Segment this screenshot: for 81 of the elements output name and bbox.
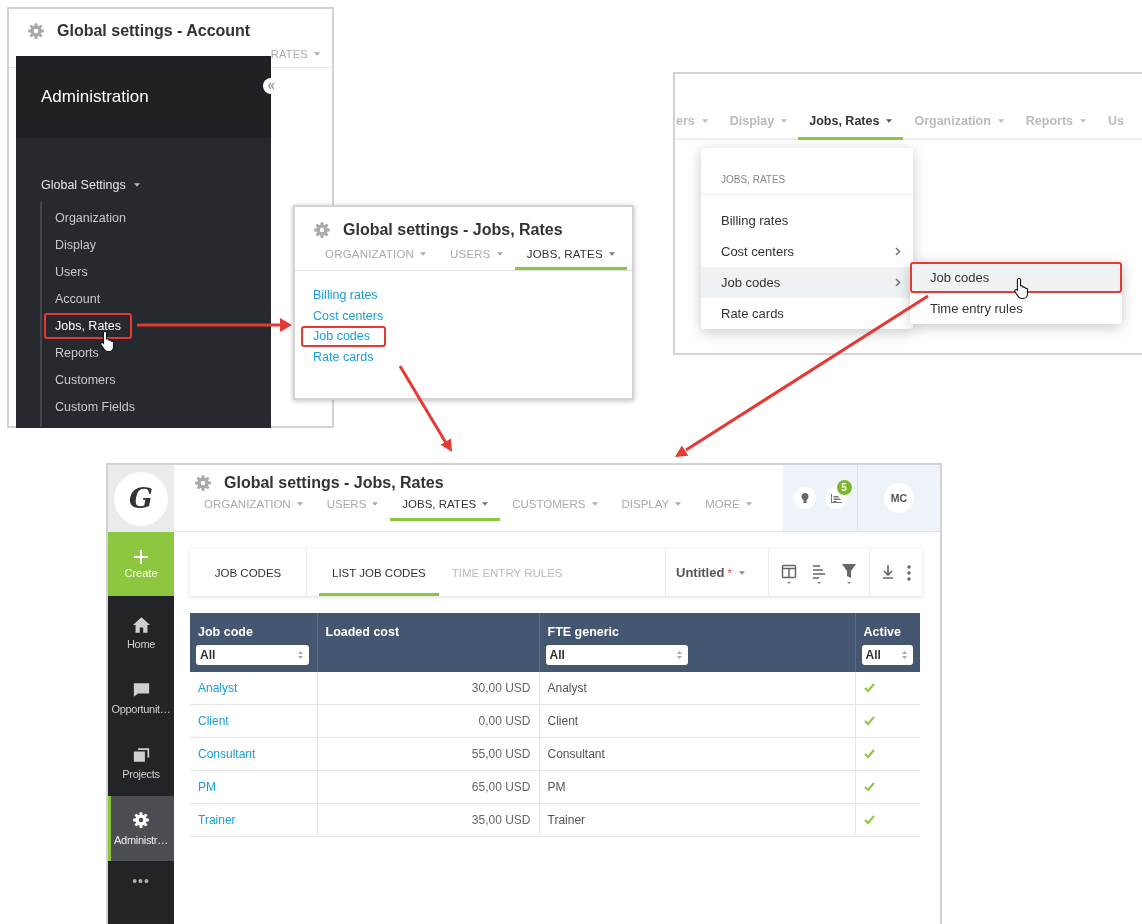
column-header[interactable]: Loaded cost <box>325 625 400 639</box>
panel-title: Administration <box>41 87 149 107</box>
menu-item[interactable]: Time entry rules <box>910 293 1122 324</box>
window-title: Global settings - Account <box>57 22 251 40</box>
hand-cursor-icon <box>100 330 115 353</box>
more-button[interactable]: ••• <box>108 873 174 889</box>
table-cell: 65,00 USD <box>317 770 539 804</box>
nav-item[interactable]: Jobs, Rates <box>44 313 132 339</box>
nav-item[interactable]: Users <box>44 259 99 285</box>
table-cell: Trainer <box>539 803 855 837</box>
menu-item[interactable]: Cost centers <box>701 236 913 267</box>
caret-icon <box>701 119 708 123</box>
caret-icon <box>745 502 752 506</box>
tab[interactable]: JOBS, RATES <box>390 498 501 521</box>
chevron-right-icon <box>895 278 901 287</box>
caret-icon <box>591 502 598 506</box>
section-title[interactable]: Global Settings <box>41 178 126 192</box>
caret-icon <box>420 252 427 256</box>
nav-item[interactable]: Account <box>44 286 112 312</box>
up-down-icon <box>676 651 682 659</box>
app-logo[interactable]: G <box>114 471 168 526</box>
caret-icon <box>738 570 745 575</box>
sidebar-item[interactable]: Projects <box>108 731 174 796</box>
table-cell: Client <box>539 704 855 738</box>
page-title: Global settings - Jobs, Rates <box>224 474 444 492</box>
menu-item[interactable]: Billing rates <box>701 205 913 236</box>
section-label: JOB CODES <box>214 566 282 579</box>
caret-icon <box>886 119 893 123</box>
gear-icon <box>27 22 45 40</box>
caret-icon <box>608 252 615 256</box>
up-down-icon <box>298 651 303 659</box>
home-icon <box>132 617 150 633</box>
table-cell: 55,00 USD <box>317 737 539 771</box>
gear-icon <box>132 811 150 829</box>
up-down-icon <box>901 651 907 659</box>
filter-select[interactable]: All <box>196 645 309 665</box>
chevron-right-icon <box>895 247 901 256</box>
bulb-icon[interactable] <box>793 487 816 509</box>
user-avatar[interactable]: MC <box>884 483 914 513</box>
caret-icon <box>133 183 140 187</box>
menu-item[interactable]: Job codes <box>910 262 1122 293</box>
menu-header: JOBS, RATES <box>721 174 786 185</box>
menu-item[interactable]: Rate cards <box>701 298 913 329</box>
column-header[interactable]: FTE generic <box>547 625 620 639</box>
tab[interactable]: JOBS, RATES <box>514 248 627 270</box>
caret-icon <box>1080 119 1087 123</box>
sidebar-item[interactable]: Home <box>108 601 174 666</box>
menu-item[interactable]: Job codes <box>701 267 913 298</box>
caret-icon <box>482 502 489 506</box>
tab[interactable]: LIST JOB CODES <box>319 549 439 596</box>
table-cell: PM <box>539 770 855 804</box>
nav-item[interactable]: Customers <box>44 367 127 393</box>
hand-cursor-icon <box>1014 277 1029 300</box>
nav-item[interactable]: Custom Fields <box>44 394 146 420</box>
table-cell: 35,00 USD <box>317 803 539 837</box>
caret-icon <box>675 502 682 506</box>
filter-select[interactable]: All <box>545 645 688 665</box>
caret-icon <box>781 119 788 123</box>
caret-icon <box>997 119 1004 123</box>
plus-icon <box>134 549 148 564</box>
window-title: Global settings - Jobs, Rates <box>343 221 563 239</box>
caret-icon <box>372 502 379 506</box>
chat-icon <box>132 682 150 698</box>
folders-icon <box>132 747 150 763</box>
nav-item[interactable]: Organization <box>44 205 137 231</box>
sidebar-item[interactable]: Opportunit… <box>108 666 174 731</box>
table-cell: Consultant <box>539 737 855 771</box>
gear-icon <box>313 221 331 239</box>
caret-icon <box>496 252 503 256</box>
table-cell: 0,00 USD <box>317 704 539 738</box>
sidebar-item[interactable]: Administr… <box>108 796 174 861</box>
filter-select[interactable]: All <box>861 645 913 665</box>
gear-icon <box>194 474 212 492</box>
nav-item[interactable]: Display <box>44 232 107 258</box>
table-cell: 30,00 USD <box>317 672 539 705</box>
caret-icon <box>296 502 303 506</box>
caret-icon <box>314 52 320 56</box>
column-header[interactable]: Job code <box>198 625 253 639</box>
table-cell: Analyst <box>539 672 855 705</box>
tab[interactable]: Jobs, Rates <box>798 114 904 140</box>
column-header[interactable]: Active <box>863 625 902 639</box>
